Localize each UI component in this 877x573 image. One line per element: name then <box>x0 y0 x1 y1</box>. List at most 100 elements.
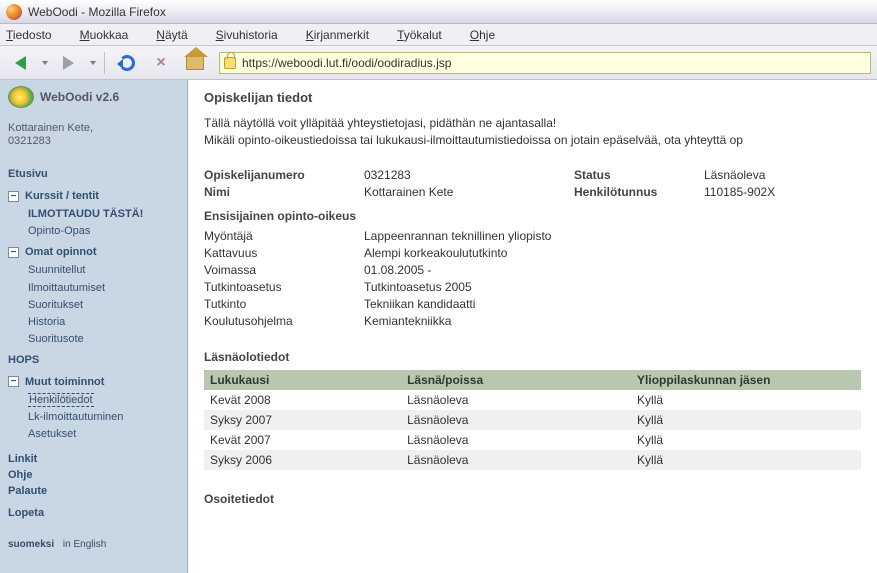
toolbar: × https://weboodi.lut.fi/oodi/oodiradius… <box>0 46 877 80</box>
table-row: Kevät 2007LäsnäolevaKyllä <box>204 430 861 450</box>
lang-fi[interactable]: suomeksi <box>8 539 54 550</box>
val-name: Kottarainen Kete <box>364 185 574 199</box>
nav-lopeta[interactable]: Lopeta <box>8 507 179 519</box>
nav-asetukset[interactable]: Asetukset <box>28 426 179 443</box>
nav-henkilotiedot[interactable]: Henkilötiedot <box>28 392 179 409</box>
nav-ilmottaudu[interactable]: ILMOTTAUDU TÄSTÄ! <box>28 206 179 223</box>
val-valid: 01.08.2005 - <box>364 263 861 277</box>
nav-suoritusote[interactable]: Suoritusote <box>28 331 179 348</box>
ident-grid: Opiskelijanumero 0321283 Status Läsnäole… <box>204 168 861 199</box>
nav-group-mystudies[interactable]: −Omat opinnot <box>8 246 179 258</box>
lbl-granter: Myöntäjä <box>204 229 364 243</box>
back-dropdown-icon[interactable] <box>42 61 48 65</box>
menu-tools[interactable]: Työkalut <box>397 28 456 42</box>
col-status: Läsnä/poissa <box>401 370 631 390</box>
lbl-programme: Koulutusohjelma <box>204 314 364 328</box>
nav-frontpage[interactable]: Etusivu <box>8 168 179 180</box>
collapse-icon[interactable]: − <box>8 247 19 258</box>
reload-button[interactable] <box>113 50 141 76</box>
firefox-icon <box>6 4 22 20</box>
sidebar-bottom: Linkit Ohje Palaute Lopeta <box>8 449 179 523</box>
cell-union: Kyllä <box>631 390 861 410</box>
arrow-left-icon <box>15 56 26 70</box>
page-title: Opiskelijan tiedot <box>204 90 861 105</box>
lbl-valid: Voimassa <box>204 263 364 277</box>
nav-group-courses-items: ILMOTTAUDU TÄSTÄ! Opinto-Opas <box>28 206 179 240</box>
cell-term: Kevät 2008 <box>204 390 401 410</box>
cell-term: Syksy 2006 <box>204 450 401 470</box>
nav-group-other[interactable]: −Muut toiminnot <box>8 376 179 388</box>
val-decree: Tutkintoasetus 2005 <box>364 280 861 294</box>
val-student-no: 0321283 <box>364 168 574 182</box>
main-content: Opiskelijan tiedot Tällä näytöllä voit y… <box>188 80 877 573</box>
rights-grid: Myöntäjä Lappeenrannan teknillinen yliop… <box>204 229 861 328</box>
cell-status: Läsnäoleva <box>401 410 631 430</box>
attendance-table: Lukukausi Läsnä/poissa Ylioppilaskunnan … <box>204 370 861 470</box>
section-addresses: Osoitetiedot <box>204 492 861 506</box>
user-number: 0321283 <box>8 135 51 147</box>
lbl-status: Status <box>574 168 704 182</box>
menubar: Tiedosto Muokkaa Näytä Sivuhistoria Kirj… <box>0 24 877 46</box>
reload-icon <box>119 55 135 71</box>
home-button[interactable] <box>181 50 209 76</box>
back-button[interactable] <box>6 50 34 76</box>
nav-suunnitellut[interactable]: Suunnitellut <box>28 262 179 279</box>
stop-icon: × <box>156 54 165 72</box>
collapse-icon[interactable]: − <box>8 376 19 387</box>
forward-button[interactable] <box>54 50 82 76</box>
language-switch: suomeksi in English <box>8 539 179 550</box>
cell-status: Läsnäoleva <box>401 430 631 450</box>
lbl-name: Nimi <box>204 185 364 199</box>
cell-term: Syksy 2007 <box>204 410 401 430</box>
menu-bookmarks[interactable]: Kirjanmerkit <box>306 28 383 42</box>
intro-text: Tällä näytöllä voit ylläpitää yhteystiet… <box>204 115 861 150</box>
cell-union: Kyllä <box>631 410 861 430</box>
menu-edit[interactable]: Muokkaa <box>80 28 143 42</box>
nav-historia[interactable]: Historia <box>28 314 179 331</box>
nav-group-mystudies-items: Suunnitellut Ilmoittautumiset Suoritukse… <box>28 262 179 347</box>
section-rights: Ensisijainen opinto-oikeus <box>204 209 861 223</box>
table-row: Kevät 2008LäsnäolevaKyllä <box>204 390 861 410</box>
lock-icon <box>224 57 236 69</box>
val-programme: Kemiantekniikka <box>364 314 861 328</box>
nav-group-courses[interactable]: −Kurssit / tentit <box>8 190 179 202</box>
url-bar[interactable]: https://weboodi.lut.fi/oodi/oodiradius.j… <box>219 52 871 74</box>
val-pid: 110185-902X <box>704 185 861 199</box>
collapse-icon[interactable]: − <box>8 191 19 202</box>
lbl-student-no: Opiskelijanumero <box>204 168 364 182</box>
table-row: Syksy 2006LäsnäolevaKyllä <box>204 450 861 470</box>
app-body: WebOodi v2.6 Kottarainen Kete, 0321283 E… <box>0 80 877 573</box>
table-row: Syksy 2007LäsnäolevaKyllä <box>204 410 861 430</box>
lbl-decree: Tutkintoasetus <box>204 280 364 294</box>
cell-status: Läsnäoleva <box>401 390 631 410</box>
nav-palaute[interactable]: Palaute <box>8 485 179 497</box>
val-status: Läsnäoleva <box>704 168 861 182</box>
menu-help[interactable]: Ohje <box>470 28 509 42</box>
lbl-coverage: Kattavuus <box>204 246 364 260</box>
nav-ohje[interactable]: Ohje <box>8 469 179 481</box>
section-attendance: Läsnäolotiedot <box>204 350 861 364</box>
cell-union: Kyllä <box>631 430 861 450</box>
nav-opinto-opas[interactable]: Opinto-Opas <box>28 223 179 240</box>
nav-hops[interactable]: HOPS <box>8 354 179 366</box>
app-logo-row: WebOodi v2.6 <box>8 86 179 108</box>
nav-lk-ilmoittautuminen[interactable]: Lk-ilmoittautuminen <box>28 409 179 426</box>
menu-history[interactable]: Sivuhistoria <box>216 28 292 42</box>
menu-file[interactable]: Tiedosto <box>6 28 66 42</box>
snail-icon <box>8 86 34 108</box>
toolbar-separator <box>104 52 105 74</box>
url-text: https://weboodi.lut.fi/oodi/oodiradius.j… <box>242 56 451 70</box>
nav-suoritukset[interactable]: Suoritukset <box>28 297 179 314</box>
user-name: Kottarainen Kete, <box>8 122 93 134</box>
stop-button[interactable]: × <box>147 50 175 76</box>
nav-linkit[interactable]: Linkit <box>8 453 179 465</box>
val-granter: Lappeenrannan teknillinen yliopisto <box>364 229 861 243</box>
nav-ilmoittautumiset[interactable]: Ilmoittautumiset <box>28 280 179 297</box>
menu-view[interactable]: Näytä <box>156 28 201 42</box>
lang-en[interactable]: in English <box>63 539 106 550</box>
val-coverage: Alempi korkeakoulututkinto <box>364 246 861 260</box>
cell-term: Kevät 2007 <box>204 430 401 450</box>
forward-dropdown-icon[interactable] <box>90 61 96 65</box>
arrow-right-icon <box>63 56 74 70</box>
col-term: Lukukausi <box>204 370 401 390</box>
